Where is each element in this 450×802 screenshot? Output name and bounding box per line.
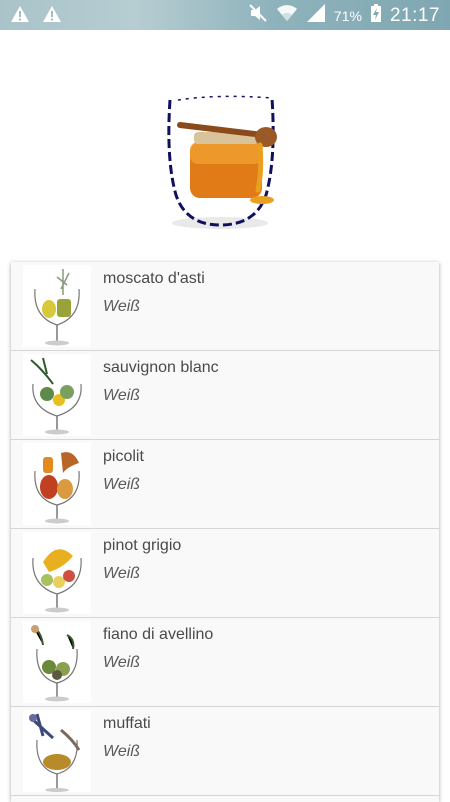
wine-name: fiano di avellino: [103, 626, 214, 643]
mute-icon: [248, 3, 268, 28]
wine-glass-image: [23, 443, 91, 525]
wine-glass-image: [23, 621, 91, 703]
clock: 21:17: [389, 4, 440, 26]
wine-type: Weiß: [103, 387, 141, 404]
warning-icon: [42, 5, 62, 23]
wine-type: Weiß: [103, 476, 141, 493]
header-image: [0, 30, 450, 262]
wine-type: Weiß: [103, 743, 141, 760]
battery-percent: 71%: [333, 7, 362, 24]
status-bar: 71% 21:17: [0, 0, 450, 30]
wifi-icon: [276, 3, 298, 28]
wine-glass-image: [23, 710, 91, 792]
list-item[interactable]: muffati Weiß: [11, 707, 439, 796]
wine-glass-image: [23, 354, 91, 436]
wine-type: Weiß: [103, 565, 141, 582]
honey-jar-glass-image: [167, 95, 277, 229]
wine-name: muffati: [103, 715, 151, 732]
list-item[interactable]: fiano di avellino Weiß: [11, 618, 439, 707]
list-item[interactable]: sauvignon blanc Weiß: [11, 351, 439, 440]
wine-name: pinot grigio: [103, 537, 182, 554]
wine-name: sauvignon blanc: [103, 359, 219, 376]
list-item[interactable]: moscato d'asti Weiß: [11, 262, 439, 351]
wine-glass-image: [23, 265, 91, 347]
wine-list: moscato d'asti Weiß sauvignon blanc Weiß: [11, 262, 439, 802]
warning-icon: [10, 5, 30, 23]
wine-name: picolit: [103, 448, 144, 465]
battery-charging-icon: [370, 3, 382, 28]
list-item[interactable]: pinot grigio Weiß: [11, 529, 439, 618]
wine-type: Weiß: [103, 654, 141, 671]
wine-name: moscato d'asti: [103, 270, 205, 287]
list-item[interactable]: picolit Weiß: [11, 440, 439, 529]
wine-glass-image: [23, 532, 91, 614]
signal-icon: [306, 3, 326, 28]
wine-type: Weiß: [103, 298, 141, 315]
